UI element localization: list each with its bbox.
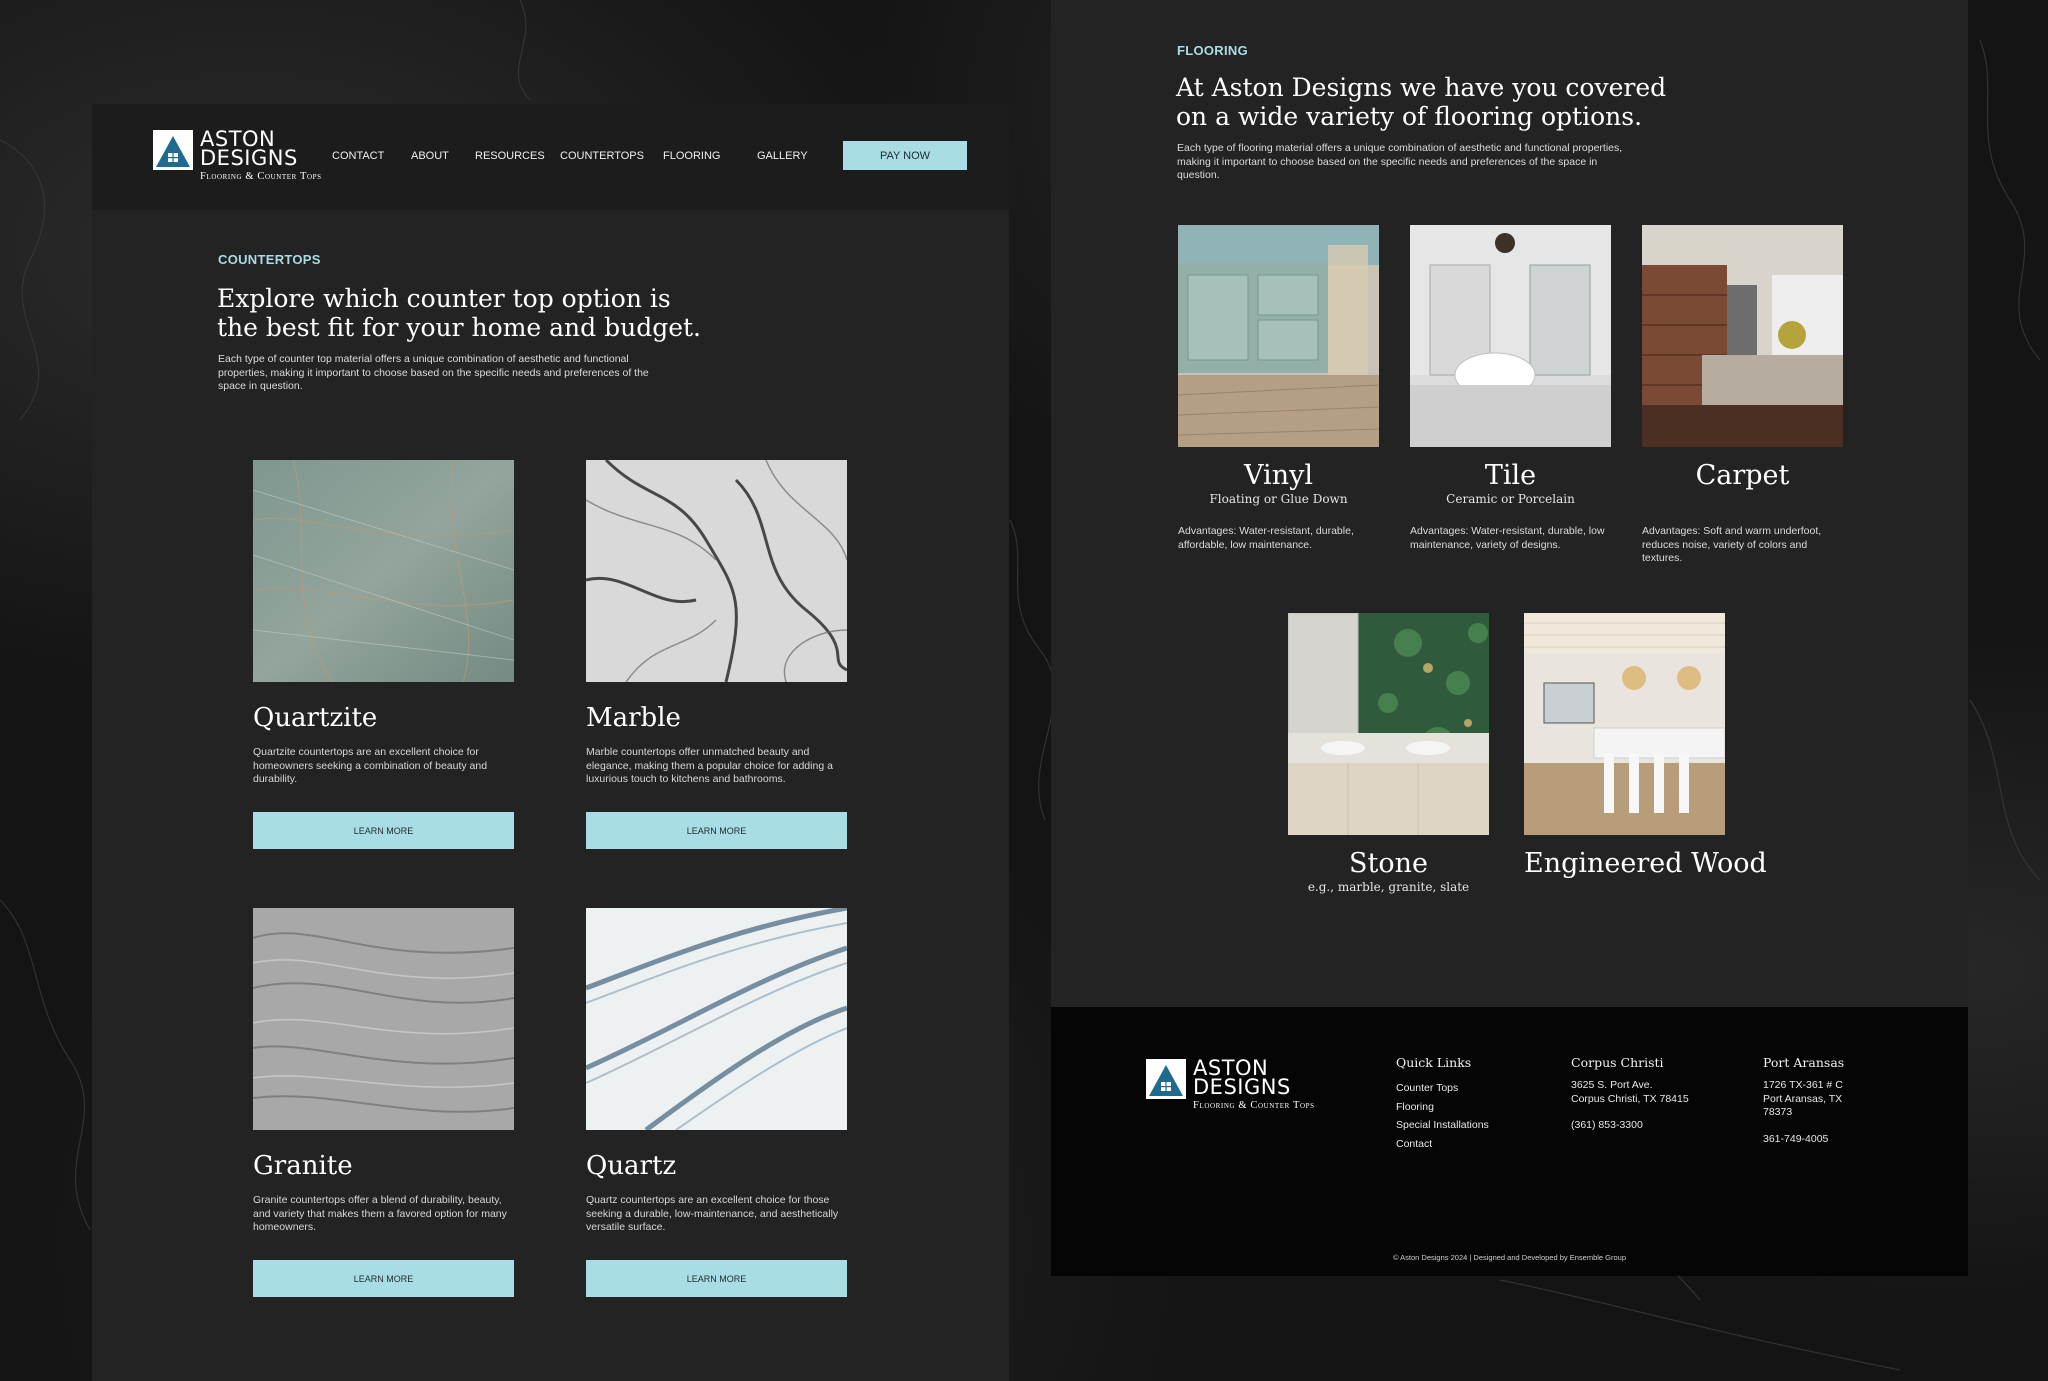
countertops-headline-line2: the best fit for your home and budget.: [217, 313, 702, 342]
countertops-page: ASTON DESIGNS Flooring & Counter Tops CO…: [92, 104, 1009, 1381]
port-address-line2: Port Aransas, TX: [1763, 1092, 1843, 1105]
flooring-subtitle: Ceramic or Porcelain: [1446, 492, 1575, 506]
flooring-page: FLOORING At Aston Designs we have you co…: [1051, 0, 1968, 1007]
countertop-name: Quartz: [586, 1151, 677, 1181]
carpet-image: [1642, 225, 1843, 447]
flooring-headline-line1: At Aston Designs we have you covered: [1176, 73, 1667, 102]
countertops-headline-line1: Explore which counter top option is: [217, 284, 671, 313]
countertop-name: Marble: [586, 703, 681, 733]
stone-image: [1288, 613, 1489, 835]
house-logo-icon: [1146, 1059, 1186, 1099]
countertop-description: Marble countertops offer unmatched beaut…: [586, 746, 833, 785]
flooring-headline-line2: on a wide variety of flooring options.: [1176, 102, 1643, 131]
flooring-advantages: Advantages: Water-resistant, durable, lo…: [1410, 525, 1605, 551]
flooring-card-engineered-wood: Engineered Wood: [1524, 613, 1767, 879]
quartzite-image: [253, 460, 514, 682]
port-address-line3: 78373: [1763, 1106, 1793, 1118]
countertop-card-granite: Granite Granite countertops offer a blen…: [253, 908, 514, 1297]
countertop-name: Quartzite: [253, 703, 378, 733]
footer-link-counter-tops[interactable]: Counter Tops: [1396, 1079, 1489, 1098]
tile-image: [1410, 225, 1611, 447]
flooring-card-carpet: Carpet Advantages: Soft and warm underfo…: [1642, 225, 1843, 566]
flooring-advantages: Advantages: Water-resistant, durable, af…: [1178, 525, 1354, 551]
quartz-image: [586, 908, 847, 1130]
flooring-name: Engineered Wood: [1524, 848, 1767, 879]
pay-now-button[interactable]: PAY NOW: [843, 141, 967, 170]
flooring-name: Carpet: [1695, 460, 1790, 491]
nav-contact[interactable]: CONTACT: [332, 150, 384, 162]
countertops-intro: Each type of counter top material offers…: [218, 353, 649, 392]
top-navigation: ASTON DESIGNS Flooring & Counter Tops CO…: [92, 104, 1009, 210]
countertops-headline: Explore which counter top option is the …: [217, 284, 701, 342]
engineered-wood-image: [1524, 613, 1725, 835]
countertop-name: Granite: [253, 1151, 353, 1181]
corpus-address-line1: 3625 S. Port Ave.: [1571, 1079, 1653, 1091]
site-logo[interactable]: ASTON DESIGNS Flooring & Counter Tops: [153, 129, 322, 183]
quick-links-heading: Quick Links: [1396, 1055, 1472, 1070]
nav-gallery[interactable]: GALLERY: [757, 150, 808, 162]
flooring-subtitle: Floating or Glue Down: [1209, 492, 1348, 506]
footer-port-aransas: Port Aransas 1726 TX-361 # C Port Aransa…: [1763, 1055, 1844, 1145]
flooring-name: Stone: [1349, 848, 1428, 879]
learn-more-quartz-button[interactable]: LEARN MORE: [586, 1260, 847, 1297]
countertop-card-quartzite: Quartzite Quartzite countertops are an e…: [253, 460, 514, 849]
logo-name-line2: DESIGNS: [200, 146, 298, 170]
logo-tagline: Flooring & Counter Tops: [1193, 1100, 1315, 1111]
port-phone[interactable]: 361-749-4005: [1763, 1133, 1844, 1145]
port-aransas-heading: Port Aransas: [1763, 1055, 1845, 1070]
corpus-phone[interactable]: (361) 853-3300: [1571, 1119, 1689, 1131]
footer-logo[interactable]: ASTON DESIGNS Flooring & Counter Tops: [1146, 1058, 1315, 1112]
footer-corpus-christi: Corpus Christi 3625 S. Port Ave. Corpus …: [1571, 1055, 1689, 1131]
flooring-subtitle: e.g., marble, granite, slate: [1307, 880, 1470, 894]
flooring-intro: Each type of flooring material offers a …: [1177, 142, 1623, 181]
nav-about[interactable]: ABOUT: [411, 150, 449, 162]
countertop-card-marble: Marble Marble countertops offer unmatche…: [586, 460, 847, 849]
nav-resources[interactable]: RESOURCES: [475, 150, 545, 162]
flooring-advantages: Advantages: Soft and warm underfoot, red…: [1642, 525, 1822, 564]
learn-more-quartzite-button[interactable]: LEARN MORE: [253, 812, 514, 849]
flooring-card-stone: Stone e.g., marble, granite, slate: [1288, 613, 1489, 895]
learn-more-marble-button[interactable]: LEARN MORE: [586, 812, 847, 849]
logo-wordmark: ASTON DESIGNS Flooring & Counter Tops: [1193, 1058, 1315, 1112]
flooring-section-label: FLOORING: [1177, 43, 1249, 58]
marble-image: [586, 460, 847, 682]
footer-quick-links: Quick Links Counter Tops Flooring Specia…: [1396, 1055, 1489, 1153]
countertop-description: Quartz countertops are an excellent choi…: [586, 1194, 839, 1233]
countertop-description: Quartzite countertops are an excellent c…: [253, 746, 488, 785]
flooring-card-vinyl: Vinyl Floating or Glue Down Advantages: …: [1178, 225, 1379, 552]
countertops-section-label: COUNTERTOPS: [218, 252, 321, 267]
countertop-description: Granite countertops offer a blend of dur…: [253, 1194, 507, 1233]
logo-name-line2: DESIGNS: [1193, 1075, 1291, 1099]
nav-countertops[interactable]: COUNTERTOPS: [560, 150, 644, 162]
site-footer: ASTON DESIGNS Flooring & Counter Tops Qu…: [1051, 1007, 1968, 1276]
house-logo-icon: [153, 130, 193, 170]
flooring-headline: At Aston Designs we have you covered on …: [1176, 73, 1666, 131]
port-address-line1: 1726 TX-361 # C: [1763, 1079, 1843, 1091]
logo-wordmark: ASTON DESIGNS Flooring & Counter Tops: [200, 129, 322, 183]
nav-flooring[interactable]: FLOORING: [663, 150, 720, 162]
vinyl-image: [1178, 225, 1379, 447]
flooring-name: Tile: [1484, 460, 1537, 491]
logo-tagline: Flooring & Counter Tops: [200, 171, 322, 182]
granite-image: [253, 908, 514, 1130]
flooring-name: Vinyl: [1244, 460, 1313, 491]
footer-link-contact[interactable]: Contact: [1396, 1135, 1489, 1154]
footer-link-flooring[interactable]: Flooring: [1396, 1098, 1489, 1117]
flooring-card-tile: Tile Ceramic or Porcelain Advantages: Wa…: [1410, 225, 1611, 552]
copyright-text: © Aston Designs 2024 | Designed and Deve…: [1392, 1253, 1627, 1262]
learn-more-granite-button[interactable]: LEARN MORE: [253, 1260, 514, 1297]
countertop-card-quartz: Quartz Quartz countertops are an excelle…: [586, 908, 847, 1297]
footer-link-special-installations[interactable]: Special Installations: [1396, 1116, 1489, 1135]
corpus-christi-heading: Corpus Christi: [1571, 1055, 1664, 1070]
corpus-address-line2: Corpus Christi, TX 78415: [1571, 1092, 1689, 1105]
